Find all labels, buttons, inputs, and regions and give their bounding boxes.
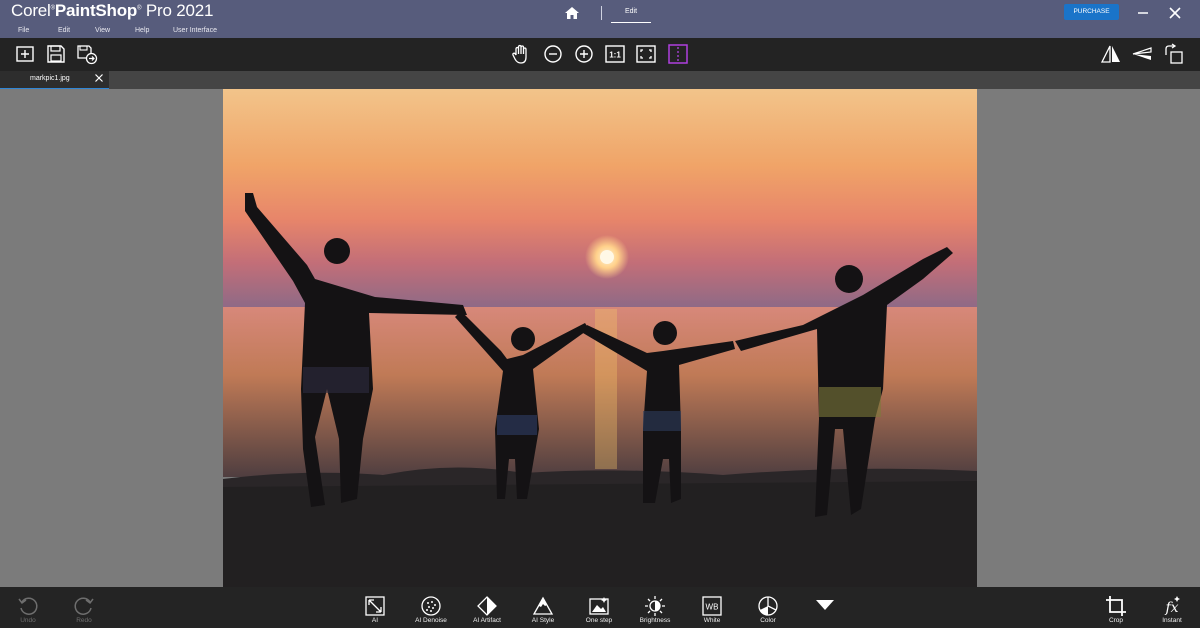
tab-edit[interactable]: Edit <box>611 4 651 23</box>
crop-button[interactable]: Crop <box>1094 595 1138 628</box>
crop-icon <box>1106 596 1126 616</box>
brightness-label: Brightness <box>639 617 671 624</box>
one-step-icon <box>589 597 609 615</box>
close-icon[interactable] <box>1166 4 1184 22</box>
document-tab[interactable]: markpic1.jpg <box>0 71 109 90</box>
ai-denoise-button[interactable]: AI Denoise <box>409 595 453 628</box>
menu-help[interactable]: Help <box>135 27 149 34</box>
svg-text:WB: WB <box>706 603 719 612</box>
app-title-brand: Corel <box>11 1 51 20</box>
app-title-suffix: Pro 2021 <box>145 1 214 20</box>
ai-artifact-label: AI Artifact <box>473 617 501 624</box>
ai-denoise-label: AI Denoise <box>415 617 447 624</box>
purchase-button[interactable]: PURCHASE <box>1064 4 1119 20</box>
svg-text:fx: fx <box>1164 600 1178 616</box>
instant-effects-button[interactable]: fx Instant <box>1150 595 1194 628</box>
menu-edit[interactable]: Edit <box>58 27 70 34</box>
app-title-product: PaintShop <box>54 1 138 20</box>
ai-denoise-icon <box>421 596 441 616</box>
main-toolbar: 1:1 <box>0 38 1200 71</box>
ai-label: AI <box>371 617 379 624</box>
undo-button[interactable]: Undo <box>6 595 50 628</box>
before-after-icon[interactable] <box>667 43 689 65</box>
ai-upsampling-icon <box>365 596 385 616</box>
fit-window-icon[interactable] <box>635 43 657 65</box>
pan-hand-icon[interactable] <box>510 43 532 65</box>
redo-icon <box>74 597 94 615</box>
rotate-icon[interactable] <box>1162 43 1184 65</box>
white-balance-icon: WB <box>702 596 722 616</box>
color-icon <box>758 596 778 616</box>
flip-horizontal-icon[interactable] <box>1100 43 1122 65</box>
one-step-button[interactable]: One step <box>577 595 621 628</box>
crop-label: Crop <box>1108 617 1124 624</box>
app-title: Corel®PaintShop® Pro 2021 <box>11 1 214 20</box>
actual-size-icon[interactable]: 1:1 <box>604 43 626 65</box>
menu-user-interface[interactable]: User Interface <box>173 27 217 34</box>
document-tab-filename: markpic1.jpg <box>30 75 70 82</box>
menu-file[interactable]: File <box>18 27 29 34</box>
color-label: Color <box>760 617 776 624</box>
fx-icon: fx <box>1164 596 1180 616</box>
brightness-button[interactable]: Brightness <box>633 595 677 628</box>
one-step-label: One step <box>585 617 613 624</box>
ai-style-icon <box>532 596 554 615</box>
white-balance-button[interactable]: WB White <box>690 595 734 628</box>
redo-label: Redo <box>76 617 92 624</box>
white-label: White <box>703 617 721 624</box>
redo-button[interactable]: Redo <box>62 595 106 628</box>
home-icon[interactable] <box>564 5 580 21</box>
image-canvas <box>0 89 1200 587</box>
brightness-icon <box>645 596 665 616</box>
ai-style-button[interactable]: AI Style <box>521 595 565 628</box>
minimize-icon[interactable] <box>1134 4 1152 22</box>
svg-text:1:1: 1:1 <box>609 51 621 60</box>
zoom-in-icon[interactable] <box>573 43 595 65</box>
title-separator <box>601 6 602 20</box>
ai-artifact-button[interactable]: AI Artifact <box>465 595 509 628</box>
title-bar: Corel®PaintShop® Pro 2021 File Edit View… <box>0 0 1200 38</box>
new-file-icon[interactable] <box>14 43 36 65</box>
bottom-toolbar: Undo Redo AI AI Denoise AI Artifact AI S… <box>0 587 1200 628</box>
instant-label: Instant <box>1162 617 1182 624</box>
more-tools-chevron-down-icon[interactable] <box>803 595 847 628</box>
ai-upsampling-button[interactable]: AI <box>353 595 397 628</box>
ai-artifact-icon <box>477 596 497 616</box>
undo-label: Undo <box>20 617 36 624</box>
photo-image[interactable] <box>223 89 977 587</box>
document-tab-strip: markpic1.jpg <box>0 71 1200 90</box>
close-tab-icon[interactable] <box>94 73 104 83</box>
straighten-icon[interactable] <box>1131 43 1153 65</box>
color-button[interactable]: Color <box>746 595 790 628</box>
zoom-out-icon[interactable] <box>542 43 564 65</box>
save-as-icon[interactable] <box>76 43 98 65</box>
menu-view[interactable]: View <box>95 27 110 34</box>
save-icon[interactable] <box>45 43 67 65</box>
ai-style-label: AI Style <box>531 617 555 624</box>
undo-icon <box>18 597 38 615</box>
